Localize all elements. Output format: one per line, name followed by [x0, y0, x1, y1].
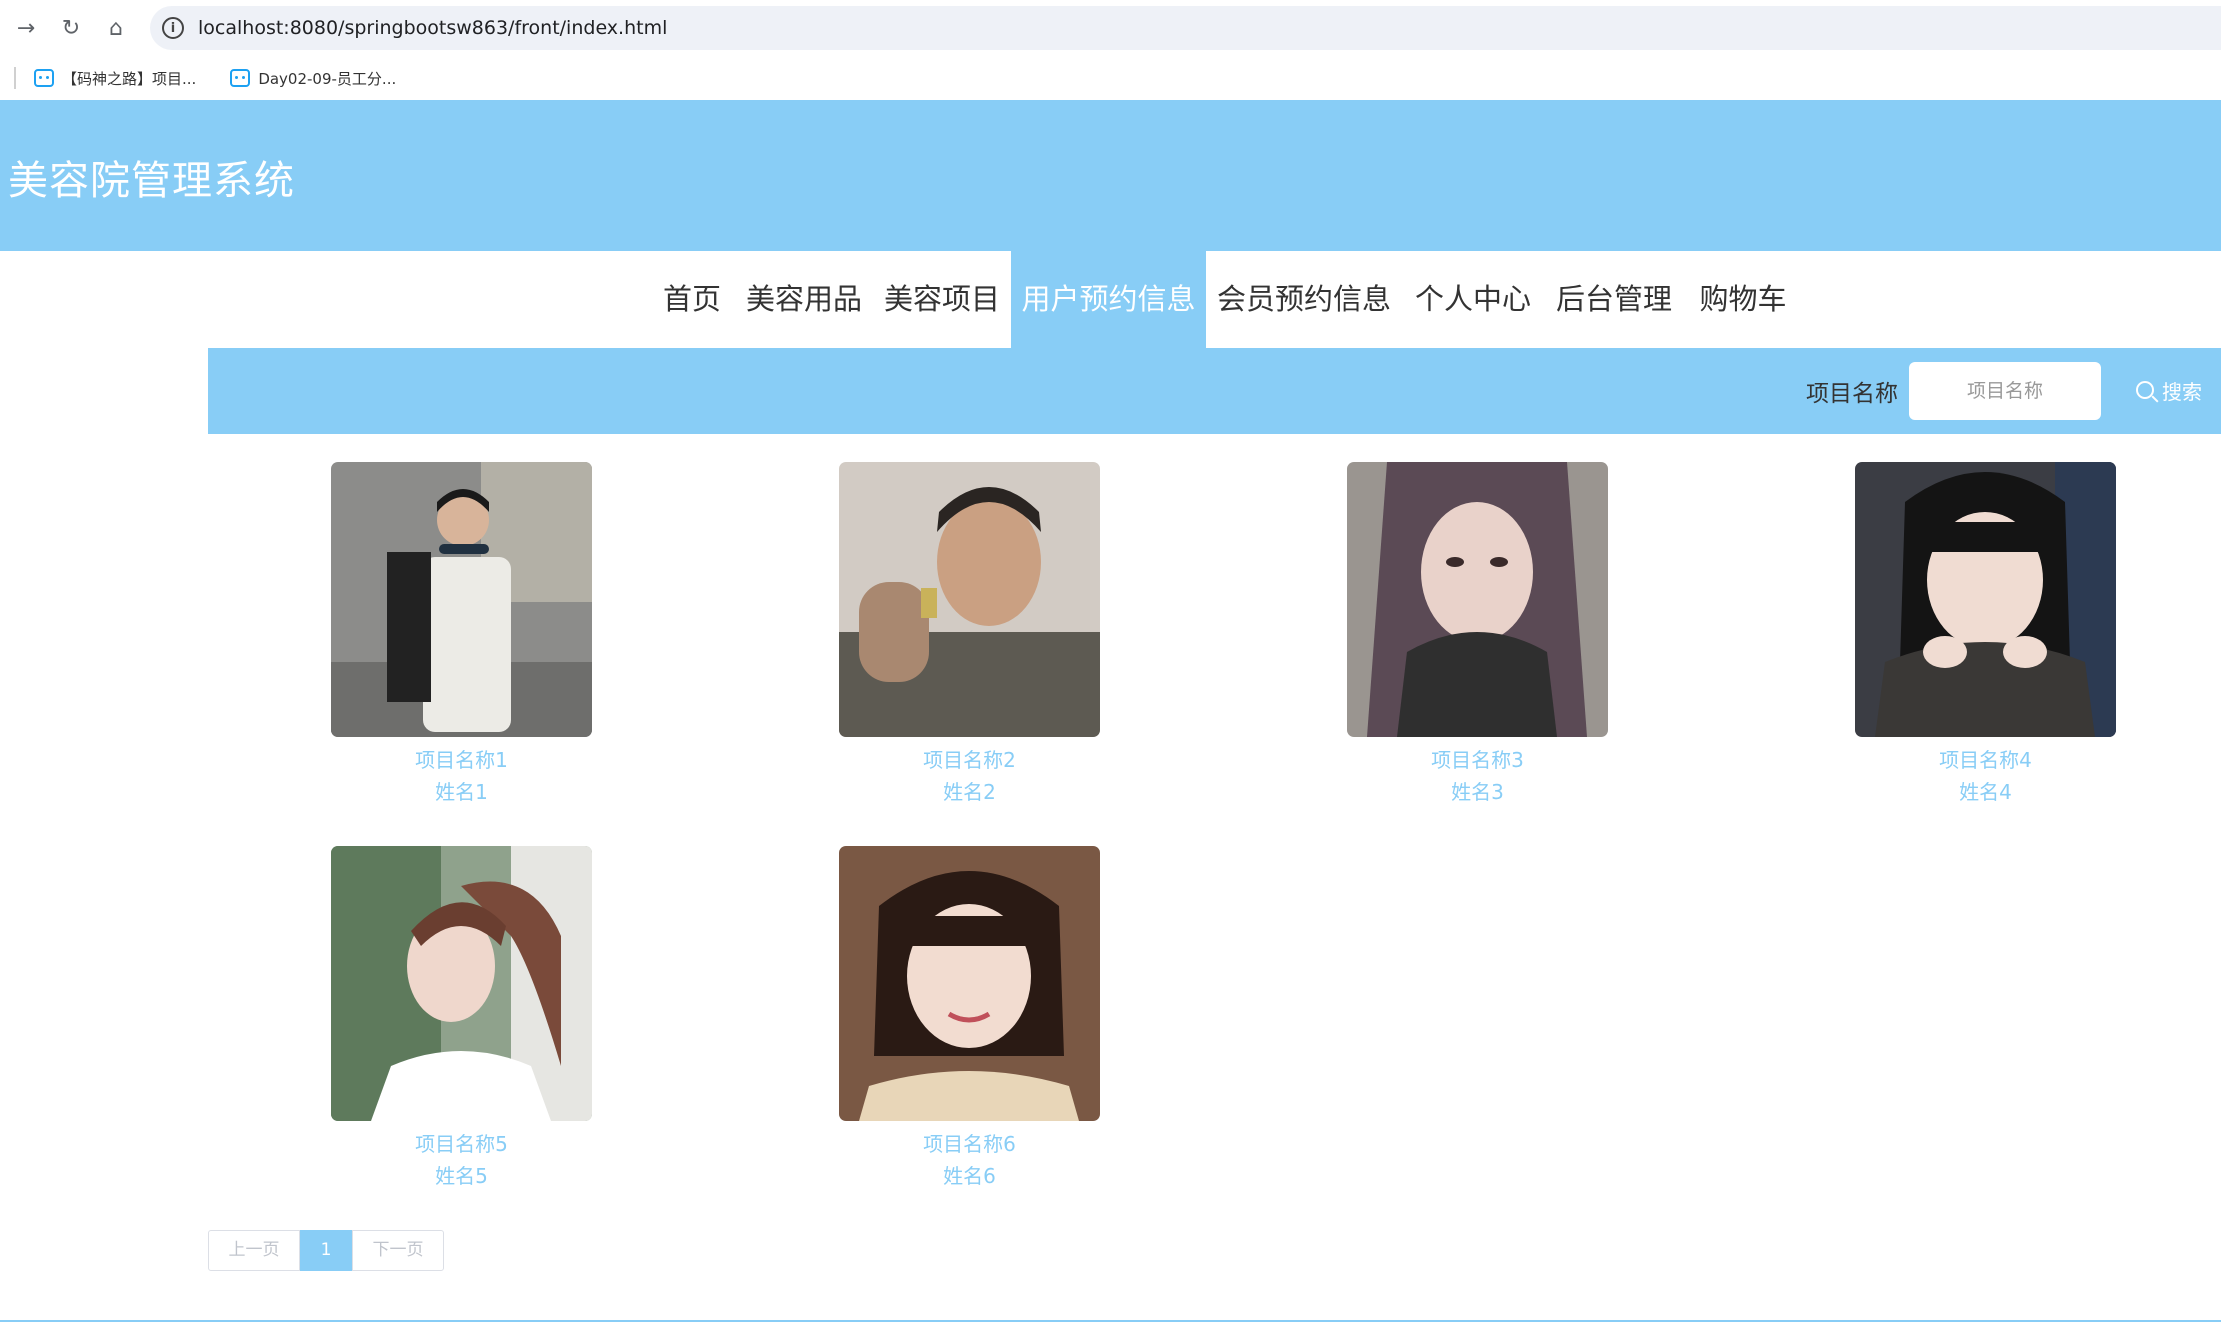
- menu-item-home[interactable]: 首页: [653, 251, 731, 348]
- menu-item-admin[interactable]: 后台管理: [1552, 251, 1676, 348]
- forward-icon[interactable]: →: [10, 12, 42, 44]
- item-name: 姓名2: [943, 780, 996, 804]
- item-title[interactable]: 项目名称1: [331, 745, 592, 775]
- item-title[interactable]: 项目名称4: [1855, 745, 2116, 775]
- menu-item-beauty-products[interactable]: 美容用品: [744, 251, 864, 348]
- page-number-button[interactable]: 1: [300, 1230, 352, 1271]
- menu-item-personal-center[interactable]: 个人中心: [1411, 251, 1535, 348]
- list-item[interactable]: 项目名称5 姓名5: [331, 846, 592, 1193]
- bookmark-item[interactable]: 【码神之路】项目...: [34, 68, 196, 89]
- item-title[interactable]: 项目名称6: [839, 1129, 1100, 1159]
- main-menu: 首页 美容用品 美容项目 用户预约信息 会员预约信息 个人中心 后台管理 购物车: [0, 251, 2221, 348]
- item-title[interactable]: 项目名称2: [839, 745, 1100, 775]
- bilibili-icon: [34, 69, 54, 87]
- list-item[interactable]: 项目名称3 姓名3: [1347, 462, 1608, 809]
- next-page-button[interactable]: 下一页: [352, 1230, 444, 1271]
- menu-item-member-appointments[interactable]: 会员预约信息: [1212, 251, 1396, 348]
- item-title[interactable]: 项目名称5: [331, 1129, 592, 1159]
- site-header: 美容院管理系统: [0, 100, 2221, 251]
- menu-item-user-appointments[interactable]: 用户预约信息: [1011, 251, 1206, 348]
- item-name: 姓名6: [943, 1164, 996, 1188]
- bookmarks-bar: 【码神之路】项目... Day02-09-员工分...: [0, 56, 2221, 100]
- list-item[interactable]: 项目名称6 姓名6: [839, 846, 1100, 1193]
- address-bar[interactable]: i localhost:8080/springbootsw863/front/i…: [150, 6, 2221, 50]
- bookmark-label: Day02-09-员工分...: [258, 69, 397, 88]
- item-photo[interactable]: [1855, 462, 2116, 737]
- search-input[interactable]: [1909, 362, 2101, 420]
- item-photo[interactable]: [839, 462, 1100, 737]
- list-item[interactable]: 项目名称1 姓名1: [331, 462, 592, 809]
- item-photo[interactable]: [1347, 462, 1608, 737]
- item-name: 姓名1: [435, 780, 488, 804]
- list-item[interactable]: 项目名称4 姓名4: [1855, 462, 2116, 809]
- footer-divider: [0, 1320, 2221, 1322]
- bookmark-item[interactable]: Day02-09-员工分...: [230, 68, 396, 89]
- home-icon[interactable]: ⌂: [100, 12, 132, 44]
- item-title[interactable]: 项目名称3: [1347, 745, 1608, 775]
- browser-toolbar: → ↻ ⌂ i localhost:8080/springbootsw863/f…: [0, 0, 2221, 56]
- item-name: 姓名5: [435, 1164, 488, 1188]
- search-button-label: 搜索: [2162, 379, 2202, 404]
- item-name: 姓名4: [1959, 780, 2012, 804]
- list-item[interactable]: 项目名称2 姓名2: [839, 462, 1100, 809]
- url-text[interactable]: localhost:8080/springbootsw863/front/ind…: [198, 17, 667, 39]
- search-bar: 项目名称 搜索: [208, 348, 2221, 434]
- item-photo[interactable]: [331, 846, 592, 1121]
- menu-item-beauty-projects[interactable]: 美容项目: [880, 251, 1004, 348]
- site-title: 美容院管理系统: [8, 158, 295, 204]
- pagination: 上一页 1 下一页: [208, 1230, 444, 1271]
- search-label: 项目名称: [1806, 381, 1898, 407]
- search-icon: [2136, 381, 2154, 399]
- menu-item-cart[interactable]: 购物车: [1693, 251, 1793, 348]
- bookmark-label: 【码神之路】项目...: [62, 69, 197, 88]
- item-name: 姓名3: [1451, 780, 1504, 804]
- item-photo[interactable]: [331, 462, 592, 737]
- bilibili-icon: [230, 69, 251, 87]
- item-photo[interactable]: [839, 846, 1100, 1121]
- reload-icon[interactable]: ↻: [55, 12, 87, 44]
- bookmarks-divider: [14, 67, 16, 89]
- search-button[interactable]: 搜索: [2136, 370, 2202, 410]
- prev-page-button[interactable]: 上一页: [208, 1230, 300, 1271]
- site-info-icon[interactable]: i: [162, 17, 184, 39]
